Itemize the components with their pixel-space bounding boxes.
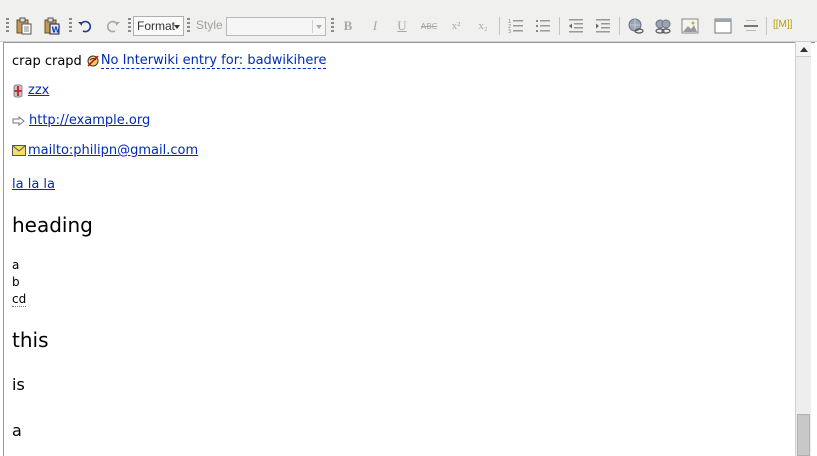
superscript-button[interactable]: x² [445, 15, 467, 37]
mail-icon [12, 145, 26, 156]
underline-icon: U [397, 18, 407, 33]
paste-from-word-button[interactable]: W [41, 15, 63, 37]
interwiki-missing-link[interactable]: No Interwiki entry for: badwikihere [100, 53, 327, 69]
example-org-link[interactable]: http://example.org [29, 113, 150, 128]
style-select[interactable] [226, 17, 326, 36]
strikethrough-button[interactable]: ABC [418, 15, 440, 37]
heading-a: a [12, 421, 22, 440]
unordered-list-button[interactable] [532, 15, 554, 37]
wikilink-button[interactable]: [[M]] [773, 19, 792, 30]
editor-toolbar: W Format Style B I U ABC x² x₂ 1 2 3 [[M… [0, 0, 817, 42]
heading-this: this [12, 328, 49, 352]
paste-word-icon: W [44, 17, 61, 35]
horizontal-rule-icon [744, 20, 758, 31]
italic-button[interactable]: I [364, 15, 386, 37]
style-select-divider [312, 20, 313, 33]
line-cd: cd [12, 292, 27, 307]
undo-button[interactable] [74, 15, 96, 37]
outdent-button[interactable] [565, 15, 587, 37]
paragraph-mailto-link: mailto:philipn@gmail.com [12, 143, 198, 158]
redo-icon [106, 20, 120, 33]
paragraph-interwiki: crap crapd No Interwiki entry for: badwi… [12, 53, 327, 69]
superscript-icon: x² [451, 20, 461, 32]
mailto-link[interactable]: mailto:philipn@gmail.com [28, 143, 198, 158]
external-link-icon [12, 115, 25, 126]
paste-icon [16, 17, 32, 35]
svg-text:W: W [52, 26, 61, 35]
toolbar-grip[interactable] [128, 18, 131, 34]
paragraph-lalala: la la la [12, 177, 55, 192]
indent-icon [596, 19, 610, 33]
horizontal-rule-button[interactable] [740, 15, 762, 37]
paragraph-external-link: http://example.org [12, 113, 150, 128]
toolbar-separator [619, 17, 620, 35]
zzx-link[interactable]: zzx [28, 83, 49, 98]
heading-is: is [12, 375, 25, 394]
line-b: b [12, 275, 20, 289]
insert-link-button[interactable] [625, 15, 647, 37]
line-cd-text: cd [12, 292, 27, 307]
editor-area[interactable]: crap crapd No Interwiki entry for: badwi… [3, 42, 815, 456]
format-dropdown-label: Format [137, 19, 176, 33]
toolbar-grip[interactable] [6, 18, 9, 34]
svg-text:3: 3 [508, 29, 511, 34]
scrollbar-thumb[interactable] [797, 414, 810, 456]
heading-heading: heading [12, 213, 93, 237]
table-icon [714, 18, 732, 34]
toolbar-grip[interactable] [69, 18, 72, 34]
subscript-icon: x₂ [478, 20, 488, 32]
paste-button[interactable] [13, 15, 35, 37]
flag-icon [13, 84, 23, 97]
toolbar-grip[interactable] [187, 18, 190, 34]
line-a: a [12, 258, 20, 272]
bold-button[interactable]: B [337, 15, 359, 37]
unordered-list-icon [536, 20, 550, 32]
unlink-icon [655, 19, 671, 34]
image-icon [681, 18, 699, 34]
toolbar-separator [499, 17, 500, 35]
paragraph-text: crap crapd [12, 53, 82, 69]
link-icon [628, 18, 644, 34]
insert-table-button[interactable] [712, 15, 734, 37]
indent-button[interactable] [592, 15, 614, 37]
underline-button[interactable]: U [391, 15, 413, 37]
insert-image-button[interactable] [679, 15, 701, 37]
strikethrough-icon: ABC [420, 21, 438, 31]
chevron-down-icon [174, 25, 180, 29]
subscript-button[interactable]: x₂ [472, 15, 494, 37]
ordered-list-icon: 1 2 3 [508, 19, 523, 34]
scroll-up-button[interactable] [796, 42, 811, 57]
unlink-button[interactable] [652, 15, 674, 37]
toolbar-separator [766, 17, 767, 35]
italic-icon: I [372, 18, 378, 33]
bold-icon: B [343, 18, 353, 33]
toolbar-separator [559, 17, 560, 35]
outdent-icon [569, 19, 583, 33]
vertical-scrollbar[interactable] [795, 42, 811, 456]
arrow-up-icon [799, 46, 808, 52]
lalala-link[interactable]: la la la [12, 177, 55, 192]
ordered-list-button[interactable]: 1 2 3 [505, 15, 527, 37]
chevron-down-icon [316, 25, 322, 29]
format-dropdown[interactable]: Format [133, 16, 184, 36]
style-label: Style [196, 18, 223, 32]
paragraph-flag-link: zzx [12, 83, 49, 98]
redo-button[interactable] [102, 15, 124, 37]
undo-icon [78, 20, 92, 33]
toolbar-grip[interactable] [331, 18, 334, 34]
interwiki-icon [87, 55, 99, 67]
